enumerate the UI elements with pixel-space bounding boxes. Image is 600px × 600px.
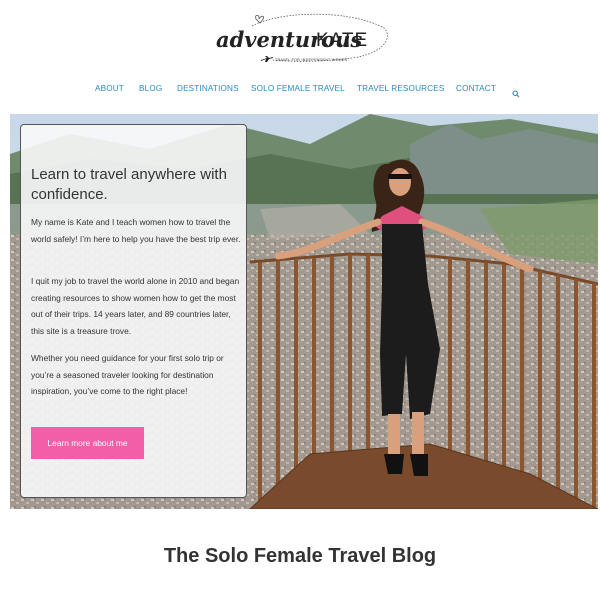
nav-item-contact[interactable]: CONTACT	[456, 83, 496, 95]
hero-paragraph-3: Whether you need guidance for your first…	[31, 353, 224, 396]
site-logo[interactable]: adventurous KATE TRAVEL FOR INDEPENDENT …	[212, 8, 394, 66]
learn-more-button[interactable]: Learn more about me	[31, 427, 144, 459]
nav-item-about[interactable]: ABOUT	[95, 83, 124, 95]
main-nav: ABOUT BLOG DESTINATIONS SOLO FEMALE TRAV…	[0, 83, 600, 98]
logo-caps-text: KATE	[316, 30, 368, 51]
hero-paragraph-2: I quit my job to travel the world alone …	[31, 276, 240, 336]
hero-heading: Learn to travel anywhere with confidence…	[31, 166, 227, 203]
airplane-icon	[261, 56, 273, 62]
nav-item-destinations[interactable]: DESTINATIONS	[177, 83, 239, 95]
hero-paragraph-1: My name is Kate and I teach women how to…	[31, 217, 241, 244]
nav-item-travel-resources[interactable]: TRAVEL RESOURCES	[357, 83, 444, 95]
hero-intro-card: Learn to travel anywhere with confidence…	[20, 124, 247, 498]
section-title: The Solo Female Travel Blog	[163, 545, 437, 567]
logo-graphic: adventurous KATE TRAVEL FOR INDEPENDENT …	[216, 13, 388, 62]
nav-item-solo-female-travel[interactable]: SOLO FEMALE TRAVEL	[251, 83, 345, 95]
search-icon[interactable]	[512, 85, 520, 98]
logo-tagline: TRAVEL FOR INDEPENDENT WOMEN	[275, 58, 348, 62]
nav-item-blog[interactable]: BLOG	[139, 83, 162, 95]
